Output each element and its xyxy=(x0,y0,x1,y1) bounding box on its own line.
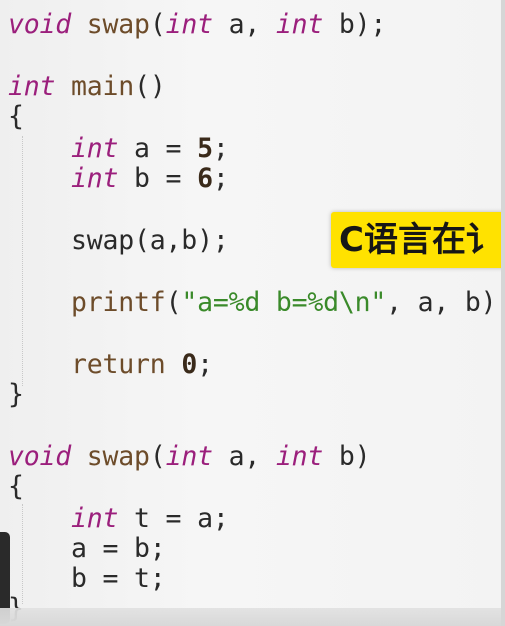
keyword: int xyxy=(165,9,213,40)
punctuation: ( xyxy=(149,441,166,472)
function-name: swap xyxy=(86,9,150,40)
code-line-open-brace-2: { xyxy=(8,472,24,502)
identifier: t = a; xyxy=(118,503,229,534)
code-line-assign-b: b = t; xyxy=(8,564,166,594)
punctuation: () xyxy=(134,71,166,102)
code-line-prototype: void swap(int a, int b); xyxy=(8,10,386,40)
function-name: main xyxy=(71,71,135,102)
brace: } xyxy=(8,379,24,410)
punctuation: ( xyxy=(149,9,166,40)
statement: b = t; xyxy=(71,563,166,594)
identifier: b) xyxy=(323,441,371,472)
keyword: void xyxy=(8,9,72,40)
identifier: b = xyxy=(118,163,198,194)
keyword: int xyxy=(165,441,213,472)
keyword: int xyxy=(275,441,324,472)
keyword: int xyxy=(275,9,324,40)
function-name: swap xyxy=(86,441,150,472)
string-literal: "a=%d b=%d\n" xyxy=(181,287,387,318)
keyword: int xyxy=(71,133,119,164)
identifier: b); xyxy=(323,9,387,40)
code-line-main: int main() xyxy=(8,72,166,102)
brace: { xyxy=(8,101,24,132)
identifier: a, xyxy=(212,441,276,472)
code-line-decl-a: int a = 5; xyxy=(8,134,229,164)
video-frame: void swap(int a, int b); int main() { in… xyxy=(0,0,505,626)
statement: swap(a,b); xyxy=(71,225,229,256)
code-editor: void swap(int a, int b); int main() { in… xyxy=(8,6,503,626)
code-line-swap-call: swap(a,b); xyxy=(8,226,229,256)
punctuation: ( xyxy=(165,287,182,318)
statement: a = b; xyxy=(71,533,166,564)
number-literal: 6 xyxy=(197,163,213,194)
code-line-swap-def: void swap(int a, int b) xyxy=(8,441,371,472)
keyword: int xyxy=(8,71,56,102)
video-caption-overlay: C语言在讠 xyxy=(331,212,505,268)
bottom-edge-bar xyxy=(0,608,505,626)
punctuation: ; xyxy=(212,133,229,164)
code-line-decl-b: int b = 6; xyxy=(8,164,229,194)
identifier: a = xyxy=(118,133,198,164)
code-line-open-brace: { xyxy=(8,102,24,132)
keyword: int xyxy=(71,163,119,194)
punctuation: ; xyxy=(212,163,229,194)
identifier: a, xyxy=(212,9,276,40)
code-line-temp: int t = a; xyxy=(8,504,229,534)
keyword: void xyxy=(8,441,72,472)
code-line-return: return 0; xyxy=(8,350,213,380)
function-name: printf xyxy=(71,287,166,318)
punctuation: ; xyxy=(197,349,213,380)
number-literal: 0 xyxy=(181,349,198,380)
identifier: , a, b); xyxy=(386,287,503,318)
right-edge xyxy=(501,0,505,626)
code-line-assign-a: a = b; xyxy=(8,534,166,564)
brace: { xyxy=(8,471,24,502)
keyword: int xyxy=(71,503,119,534)
code-line-close-brace: } xyxy=(8,380,24,410)
keyword-return: return xyxy=(71,349,166,380)
code-line-printf: printf("a=%d b=%d\n", a, b); xyxy=(8,288,503,318)
number-literal: 5 xyxy=(197,133,213,164)
